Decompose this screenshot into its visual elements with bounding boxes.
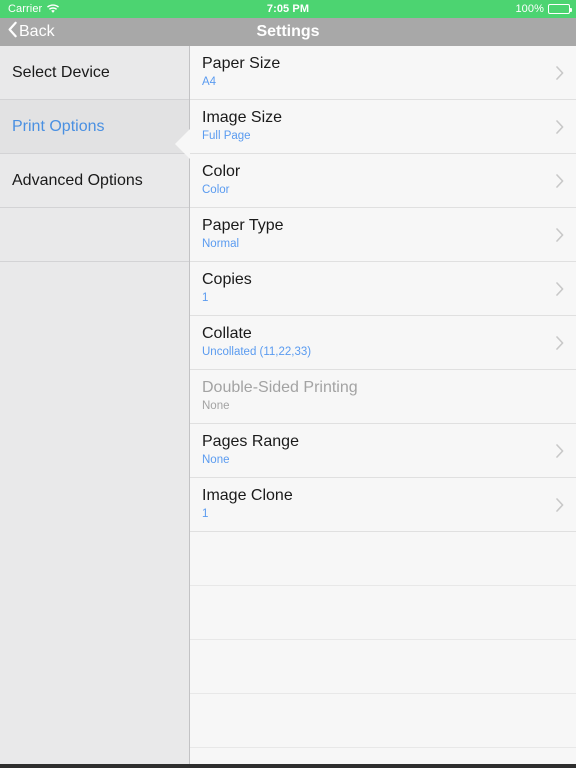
chevron-right-icon: [556, 281, 564, 296]
settings-row-title: Paper Type: [202, 217, 284, 234]
settings-row-pages-range[interactable]: Pages Range None: [190, 424, 576, 478]
chevron-right-icon: [556, 497, 564, 512]
settings-row-empty: [190, 586, 576, 640]
page-title: Settings: [256, 23, 320, 40]
settings-row-copies[interactable]: Copies 1: [190, 262, 576, 316]
chevron-right-icon: [556, 443, 564, 458]
settings-row-title: Double-Sided Printing: [202, 379, 358, 396]
settings-row-empty: [190, 694, 576, 748]
settings-list: Paper Size A4 Image Size Full Page Color…: [175, 46, 576, 768]
navigation-bar: Back Settings: [0, 18, 576, 46]
status-bar: Carrier 7:05 PM 100%: [0, 0, 576, 18]
selection-pointer-icon: [175, 129, 190, 159]
battery-percent-label: 100%: [515, 3, 544, 15]
settings-row-value: A4: [202, 76, 217, 88]
settings-row-title: Collate: [202, 325, 252, 342]
settings-row-title: Color: [202, 163, 241, 180]
settings-row-title: Image Size: [202, 109, 283, 126]
settings-row-title: Paper Size: [202, 55, 281, 72]
settings-row-value: Full Page: [202, 130, 251, 142]
status-bar-right: 100%: [515, 3, 572, 15]
sidebar-item-label: Select Device: [12, 63, 110, 81]
settings-row-value: Normal: [202, 238, 240, 250]
sidebar-filler: [0, 208, 189, 262]
chevron-right-icon: [556, 119, 564, 134]
battery-full-icon: [548, 4, 572, 14]
settings-row-value: 1: [202, 508, 209, 520]
settings-row-double-sided-printing: Double-Sided Printing None: [190, 370, 576, 424]
chevron-right-icon: [556, 227, 564, 242]
settings-row-collate[interactable]: Collate Uncollated (11,22,33): [190, 316, 576, 370]
settings-row-value: None: [202, 400, 230, 412]
settings-row-value: Uncollated (11,22,33): [202, 346, 312, 358]
sidebar: Select Device Print Options Advanced Opt…: [0, 46, 190, 768]
sidebar-item-label: Print Options: [12, 117, 105, 135]
sidebar-item-advanced-options[interactable]: Advanced Options: [0, 154, 189, 208]
settings-row-empty: [190, 640, 576, 694]
bottom-edge: [0, 764, 576, 768]
sidebar-item-print-options[interactable]: Print Options: [0, 100, 189, 154]
settings-row-value: None: [202, 454, 230, 466]
chevron-right-icon: [556, 335, 564, 350]
settings-row-paper-size[interactable]: Paper Size A4: [190, 46, 576, 100]
content-area: Select Device Print Options Advanced Opt…: [0, 46, 576, 768]
chevron-right-icon: [556, 173, 564, 188]
status-bar-time: 7:05 PM: [266, 3, 310, 15]
chevron-right-icon: [556, 65, 564, 80]
settings-row-value: Color: [202, 184, 230, 196]
settings-row-empty: [190, 532, 576, 586]
settings-row-paper-type[interactable]: Paper Type Normal: [190, 208, 576, 262]
settings-row-color[interactable]: Color Color: [190, 154, 576, 208]
settings-row-title: Copies: [202, 271, 252, 288]
settings-row-value: 1: [202, 292, 209, 304]
sidebar-item-label: Advanced Options: [12, 171, 143, 189]
settings-row-image-clone[interactable]: Image Clone 1: [190, 478, 576, 532]
sidebar-item-select-device[interactable]: Select Device: [0, 46, 189, 100]
settings-row-title: Image Clone: [202, 487, 293, 504]
app-root: Carrier 7:05 PM 100% Back Settings Selec…: [0, 0, 576, 768]
settings-row-title: Pages Range: [202, 433, 299, 450]
settings-row-image-size[interactable]: Image Size Full Page: [190, 100, 576, 154]
